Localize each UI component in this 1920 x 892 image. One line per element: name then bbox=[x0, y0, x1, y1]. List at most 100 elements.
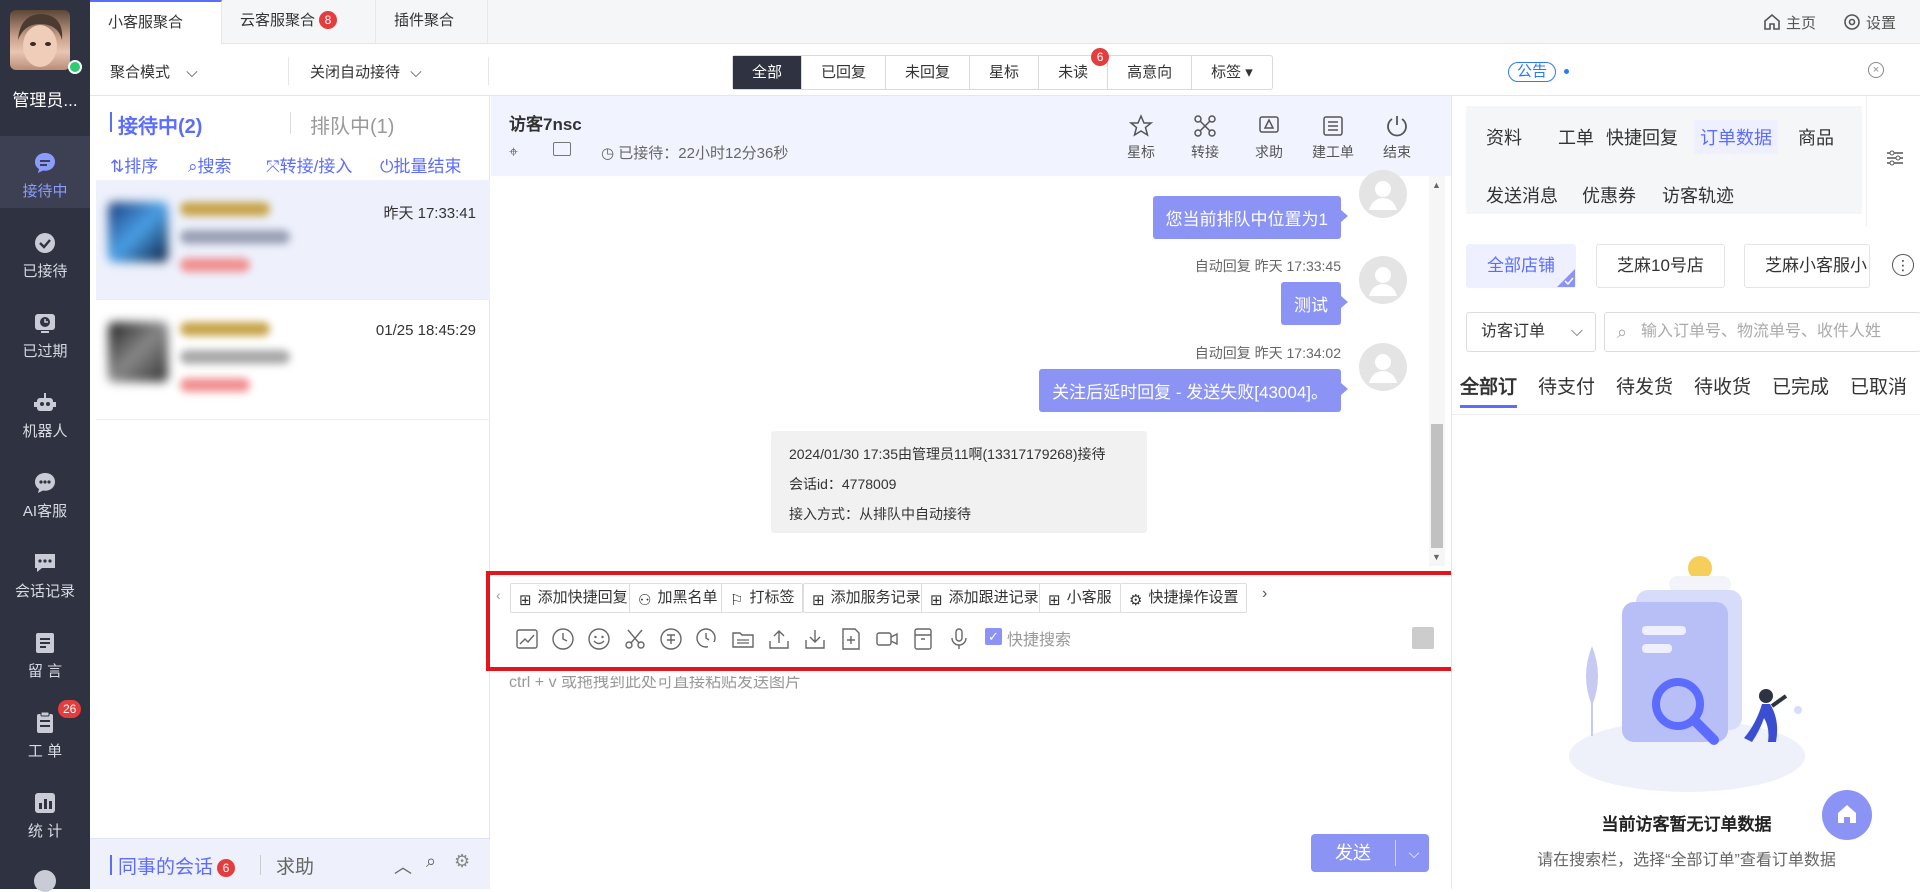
tab-products[interactable]: 商品 bbox=[1798, 124, 1834, 150]
nav-item-records[interactable]: 会话记录 bbox=[0, 536, 90, 608]
colleague-sessions-tab[interactable]: 同事的会话 6 bbox=[118, 852, 236, 879]
filter-unread[interactable]: 未读 6 bbox=[1039, 48, 1110, 89]
order-type-select[interactable]: 访客订单 ⌵ bbox=[1466, 312, 1596, 352]
order-tab-pending-receive[interactable]: 待收货 bbox=[1694, 372, 1751, 399]
nav-item-ai[interactable]: AI客服 bbox=[0, 456, 90, 528]
user-avatar[interactable] bbox=[10, 10, 70, 70]
upload-icon[interactable] bbox=[767, 627, 791, 651]
tab-queue[interactable]: 排队中(1) bbox=[310, 110, 394, 139]
filter-replied[interactable]: 已回复 bbox=[802, 56, 887, 89]
gear-icon[interactable]: ⚙ bbox=[454, 851, 470, 872]
tab-visitor-trail[interactable]: 访客轨迹 bbox=[1662, 182, 1734, 208]
nav-item-receiving[interactable]: 接待中 bbox=[0, 136, 90, 208]
help-button[interactable]: 求助 bbox=[1241, 114, 1297, 162]
shop-all[interactable]: 全部店铺 bbox=[1466, 244, 1576, 288]
inbox-download-icon[interactable] bbox=[803, 627, 827, 651]
tab-ticket[interactable]: 工单 bbox=[1558, 124, 1594, 150]
order-tab-completed[interactable]: 已完成 bbox=[1772, 372, 1829, 399]
timer-48h-icon[interactable] bbox=[695, 627, 719, 651]
archive-icon[interactable] bbox=[911, 627, 935, 651]
help-tab[interactable]: 求助 bbox=[276, 852, 314, 879]
order-tab-all[interactable]: 全部订 bbox=[1460, 372, 1518, 408]
folder-icon[interactable] bbox=[731, 627, 755, 651]
filter-high-intent[interactable]: 高意向 bbox=[1108, 56, 1193, 89]
close-icon[interactable]: × bbox=[1868, 62, 1884, 78]
transfer-button[interactable]: 转接 bbox=[1177, 114, 1233, 162]
message-bubble[interactable]: 测试 bbox=[1281, 282, 1348, 325]
nav-item-tickets[interactable]: 26 工 单 bbox=[0, 696, 90, 768]
add-followup-button[interactable]: ⊞ 添加跟进记录 bbox=[921, 583, 1048, 613]
end-button[interactable]: 结束 bbox=[1369, 114, 1425, 162]
filter-all[interactable]: 全部 bbox=[733, 56, 803, 89]
order-search-input[interactable]: ⌕ 输入订单号、物流单号、收件人姓 bbox=[1604, 312, 1920, 352]
blacklist-button[interactable]: ⚇ 加黑名单 bbox=[629, 583, 727, 613]
settings-link[interactable]: 设置 bbox=[1842, 12, 1896, 33]
home-float-button[interactable] bbox=[1822, 790, 1872, 840]
batch-end-button[interactable]: ⏻批量结束 bbox=[380, 152, 461, 177]
message-bubble[interactable]: 关注后延时回复 - 发送失败[43004]。 bbox=[1039, 369, 1348, 412]
nav-item-robot[interactable]: 机器人 bbox=[0, 376, 90, 448]
home-link[interactable]: 主页 bbox=[1762, 12, 1816, 33]
user-name[interactable]: 管理员... bbox=[0, 86, 90, 111]
chart-icon[interactable] bbox=[515, 627, 539, 651]
notice-badge[interactable]: 公告 bbox=[1508, 62, 1557, 82]
scroll-right-icon[interactable]: › bbox=[1262, 585, 1267, 603]
sort-button[interactable]: ⇅排序 bbox=[110, 152, 158, 177]
device-icon[interactable] bbox=[553, 142, 571, 156]
auto-receive-select[interactable]: 关闭自动接待 ⌵ bbox=[310, 61, 422, 82]
shop-zhima10[interactable]: 芝麻10号店 bbox=[1596, 244, 1725, 288]
quick-search-checkbox[interactable]: ✓ bbox=[985, 628, 1002, 645]
nav-item-expired[interactable]: 已过期 bbox=[0, 296, 90, 368]
tab-coupons[interactable]: 优惠券 bbox=[1582, 182, 1636, 208]
tab-receiving[interactable]: 接待中(2) bbox=[118, 110, 202, 139]
nav-item-messages[interactable]: 留 言 bbox=[0, 616, 90, 688]
order-tab-pending-ship[interactable]: 待发货 bbox=[1616, 372, 1673, 399]
microphone-icon[interactable] bbox=[947, 627, 971, 651]
add-service-record-button[interactable]: ⊞ 添加服务记录 bbox=[803, 583, 930, 613]
mode-select[interactable]: 聚合模式 ⌵ bbox=[110, 61, 198, 82]
scroll-left-icon[interactable]: ‹ bbox=[496, 587, 501, 603]
conversation-item[interactable]: 01/25 18:45:29 bbox=[96, 300, 490, 420]
search-icon[interactable]: ⌕ bbox=[426, 851, 436, 872]
emoji-icon[interactable] bbox=[587, 627, 611, 651]
more-options-icon[interactable]: ⋮ bbox=[1892, 254, 1914, 276]
location-icon[interactable]: ⌖ bbox=[509, 144, 518, 162]
chevron-up-icon[interactable]: ︿ bbox=[394, 853, 412, 879]
filter-tags[interactable]: 标签 ▾ bbox=[1192, 56, 1272, 89]
tab-yunkefu[interactable]: 云客服聚合 8 bbox=[222, 0, 376, 44]
add-note-icon[interactable] bbox=[839, 627, 863, 651]
tab-profile[interactable]: 资料 bbox=[1486, 124, 1522, 150]
xiaokefu-button[interactable]: ⊞ 小客服 bbox=[1039, 583, 1121, 613]
search-button[interactable]: ⌕搜索 bbox=[188, 152, 232, 177]
expand-icon[interactable] bbox=[1412, 627, 1434, 649]
video-icon[interactable] bbox=[875, 627, 899, 651]
shop-zhima-small[interactable]: 芝麻小客服小 bbox=[1744, 244, 1870, 288]
message-scrollbar[interactable]: ▲ ▼ bbox=[1429, 176, 1445, 566]
nav-item-received[interactable]: 已接待 bbox=[0, 216, 90, 288]
filter-starred[interactable]: 星标 bbox=[970, 56, 1040, 89]
tab-quick-reply[interactable]: 快捷回复 bbox=[1606, 124, 1678, 150]
quick-settings-button[interactable]: ⚙ 快捷操作设置 bbox=[1120, 583, 1248, 613]
scissors-icon[interactable] bbox=[623, 627, 647, 651]
tab-send-message[interactable]: 发送消息 bbox=[1486, 182, 1558, 208]
scrollbar-thumb[interactable] bbox=[1431, 424, 1443, 548]
conversation-item[interactable]: 昨天 17:33:41 bbox=[96, 180, 490, 300]
message-input[interactable]: ctrl + v 或拖拽到此处可直接粘贴发送图片 bbox=[509, 676, 801, 692]
tab-order-data[interactable]: 订单数据 bbox=[1694, 120, 1778, 154]
star-button[interactable]: 星标 bbox=[1113, 114, 1169, 162]
history-icon[interactable] bbox=[551, 627, 575, 651]
tab-xiaokefu[interactable]: 小客服聚合6 bbox=[90, 0, 222, 73]
add-quick-reply-button[interactable]: ⊞ 添加快捷回复 bbox=[510, 583, 637, 613]
message-bubble[interactable]: 您当前排队中位置为1 bbox=[1152, 196, 1349, 239]
chevron-down-icon[interactable]: ⌵ bbox=[1401, 834, 1427, 872]
scroll-up-icon[interactable]: ▲ bbox=[1432, 180, 1441, 190]
create-ticket-button[interactable]: 建工单 bbox=[1305, 114, 1361, 162]
order-tab-cancelled[interactable]: 已取消 bbox=[1850, 372, 1907, 399]
filter-unreplied[interactable]: 未回复 bbox=[886, 56, 971, 89]
tag-button[interactable]: ⚐ 打标签 bbox=[721, 583, 804, 613]
invite-icon[interactable] bbox=[659, 627, 683, 651]
order-tab-pending-pay[interactable]: 待支付 bbox=[1538, 372, 1595, 399]
send-button[interactable]: 发送 ⌵ bbox=[1311, 834, 1429, 872]
scroll-down-icon[interactable]: ▼ bbox=[1432, 552, 1441, 562]
tab-plugins[interactable]: 插件聚合 bbox=[376, 0, 488, 44]
